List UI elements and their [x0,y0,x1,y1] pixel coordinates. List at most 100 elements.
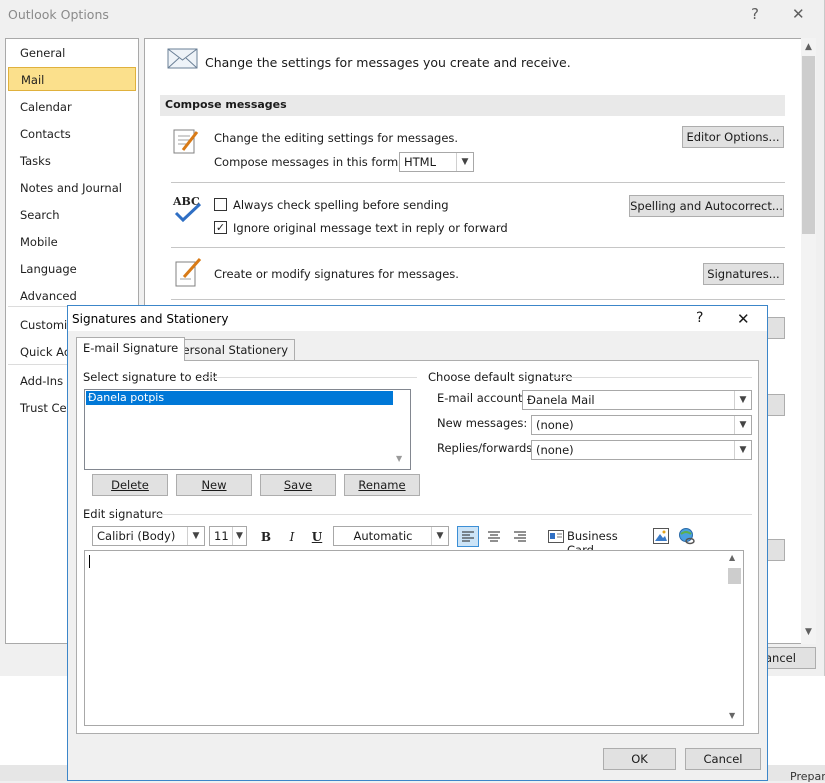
save-button[interactable]: Save [260,474,336,496]
font-select[interactable]: Calibri (Body) ▼ [92,526,205,546]
options-scroll-thumb[interactable] [802,56,815,234]
replies-select[interactable]: (none) ▼ [531,440,752,460]
always-check-spelling-label: Always check spelling before sending [233,198,449,212]
chevron-down-icon: ▼ [187,527,204,545]
compose-format-value: HTML [404,155,437,169]
signature-editor[interactable]: ▲ ▼ [84,550,744,726]
nav-item-calendar[interactable]: Calendar [8,95,136,119]
replies-value: (none) [536,443,574,457]
signature-pen-icon [175,258,202,287]
cancel-button[interactable]: Cancel [685,748,761,770]
nav-item-search[interactable]: Search [8,203,136,227]
italic-button[interactable]: I [282,527,302,547]
compose-format-select[interactable]: HTML ▼ [399,152,474,172]
signature-list-item[interactable]: Đanela potpis [86,391,393,405]
editor-options-button[interactable]: Editor Options... [682,126,784,148]
abc-check-icon: ABC [172,195,202,223]
font-color-select[interactable]: Automatic ▼ [333,526,449,546]
tab-personal-stationery[interactable]: Personal Stationery [169,339,296,361]
align-right-icon[interactable] [510,527,530,546]
bold-button[interactable]: B [256,527,276,547]
list-scroll-down-icon[interactable]: ▼ [396,454,402,463]
email-account-value: Đanela Mail [527,393,595,407]
spelling-autocorrect-button[interactable]: Spelling and Autocorrect... [629,195,784,217]
business-card-button[interactable]: Business Card [540,526,638,557]
align-left-button[interactable] [457,526,479,547]
align-center-icon[interactable] [484,527,504,546]
divider [171,299,785,300]
chevron-down-icon: ▼ [734,441,751,459]
editor-scrollbar[interactable]: ▲ ▼ [726,551,743,725]
save-label: Save [283,478,313,492]
nav-item-contacts[interactable]: Contacts [8,122,136,146]
ignore-original-label: Ignore original message text in reply or… [233,221,508,235]
scroll-down-icon[interactable]: ▼ [801,627,816,637]
chevron-down-icon: ▼ [232,527,246,545]
status-text: Prepari [790,770,825,783]
email-account-label: E-mail account: [437,391,527,405]
select-signature-label: Select signature to edit [83,370,218,384]
rename-label: Rename [358,478,406,492]
signature-list[interactable]: Đanela potpis ▼ [84,389,411,470]
nav-item-mail[interactable]: Mail [8,67,136,91]
editor-scroll-down-icon[interactable]: ▼ [729,711,735,720]
chevron-down-icon: ▼ [456,153,473,171]
signatures-button[interactable]: Signatures... [703,263,784,285]
divider [171,182,785,183]
chevron-down-icon: ▼ [734,416,751,434]
nav-item-notes[interactable]: Notes and Journal [8,176,136,200]
close-button[interactable]: ✕ [792,5,805,23]
signatures-text: Create or modify signatures for messages… [214,267,459,281]
align-left-icon [462,531,474,542]
always-check-spelling-checkbox[interactable] [214,198,227,211]
compose-section-title: Compose messages [165,98,287,111]
insert-picture-icon[interactable] [653,528,669,544]
group-line [156,514,752,515]
nav-item-mobile[interactable]: Mobile [8,230,136,254]
delete-label: Delete [111,478,149,492]
tab-email-signature[interactable]: E-mail Signature [76,337,186,361]
chevron-down-icon: ▼ [431,527,448,545]
font-color-value: Automatic [353,529,413,543]
font-value: Calibri (Body) [97,529,176,543]
editing-settings-text: Change the editing settings for messages… [214,131,459,145]
rename-button[interactable]: Rename [344,474,420,496]
default-signature-label: Choose default signature [428,370,573,384]
edit-paper-icon [173,129,199,154]
mail-header-text: Change the settings for messages you cre… [205,55,571,70]
compose-format-label: Compose messages in this format: [214,155,414,169]
help-button[interactable]: ? [751,5,759,23]
editor-scroll-up-icon[interactable]: ▲ [729,553,735,562]
text-caret [89,555,90,568]
email-account-select[interactable]: Đanela Mail ▼ [522,390,752,410]
edit-signature-label: Edit signature [83,507,164,521]
nav-item-tasks[interactable]: Tasks [8,149,136,173]
signatures-dialog: Signatures and Stationery ? ✕ E-mail Sig… [67,305,768,781]
new-button[interactable]: New [176,474,252,496]
ok-button[interactable]: OK [603,748,676,770]
group-line [552,377,752,378]
envelope-icon [167,48,198,69]
chevron-down-icon: ▼ [734,391,751,409]
delete-button[interactable]: Delete [92,474,168,496]
editor-scroll-thumb[interactable] [728,568,741,584]
replies-label: Replies/forwards: [437,441,537,455]
new-messages-value: (none) [536,418,574,432]
divider [171,247,785,248]
business-card-icon [548,530,564,543]
insert-hyperlink-icon[interactable] [678,527,696,545]
underline-button[interactable]: U [307,527,327,547]
dialog-title: Signatures and Stationery [72,312,229,326]
new-messages-select[interactable]: (none) ▼ [531,415,752,435]
window-title: Outlook Options [8,7,109,22]
group-line [201,377,417,378]
dialog-close-button[interactable]: ✕ [737,310,750,328]
nav-item-language[interactable]: Language [8,257,136,281]
font-size-value: 11 [214,529,229,543]
dialog-help-button[interactable]: ? [696,310,703,326]
ignore-original-checkbox[interactable]: ✓ [214,221,227,234]
font-size-select[interactable]: 11 ▼ [209,526,247,546]
new-messages-label: New messages: [437,416,528,430]
nav-item-general[interactable]: General [8,41,136,65]
scroll-up-icon[interactable]: ▲ [801,42,816,52]
